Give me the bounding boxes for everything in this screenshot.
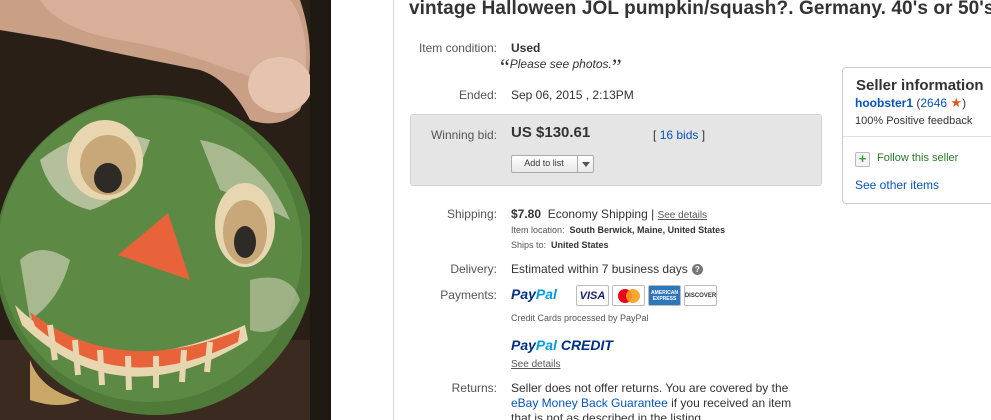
- seller-info-title: Seller information: [856, 77, 984, 94]
- visa-icon: VISA: [576, 285, 609, 306]
- shipping-line: $7.80 Economy Shipping | See details: [511, 207, 707, 221]
- seller-score-link[interactable]: 2646: [920, 96, 947, 110]
- seller-name-link[interactable]: hoobster1: [855, 96, 913, 110]
- paypal-credit-pay: Pay: [511, 337, 536, 353]
- returns-line3: that is not as described in the listing.: [511, 411, 705, 420]
- star-icon: ★: [950, 95, 963, 110]
- chevron-down-icon[interactable]: [582, 162, 590, 167]
- delivery-label: Delivery:: [450, 262, 497, 276]
- paypal-logo-pay: Pay: [511, 286, 536, 302]
- mastercard-icon: [612, 285, 645, 306]
- bid-bracket-close: ]: [701, 128, 706, 142]
- help-icon[interactable]: ?: [691, 264, 703, 275]
- ships-to-value: United States: [551, 240, 609, 250]
- bid-bracket-open: [: [653, 128, 657, 142]
- paypal-logo-pal: Pal: [535, 286, 557, 302]
- delivery-value: Estimated within 7 business days: [511, 262, 688, 276]
- winning-bid-amount: US $130.61: [511, 124, 591, 141]
- seller-info-panel: Seller information hoobster1 (2646 ★) 10…: [842, 67, 991, 204]
- add-to-list-button[interactable]: Add to list: [511, 155, 594, 173]
- close-quote-icon: ”: [611, 54, 622, 79]
- item-location-value: South Berwick, Maine, United States: [569, 225, 726, 235]
- paypal-credit-logo: PayPal CREDIT: [511, 337, 613, 353]
- seller-score-close: ): [962, 96, 967, 110]
- bid-history-link[interactable]: 16 bids: [660, 128, 699, 142]
- winning-bid-label: Winning bid:: [430, 128, 497, 142]
- shipping-separator: |: [651, 207, 655, 221]
- item-title: vintage Halloween JOL pumpkin/squash?. G…: [409, 0, 991, 19]
- column-divider: [393, 0, 394, 420]
- seller-name-line: hoobster1 (2646 ★): [855, 95, 966, 111]
- shipping-cost: $7.80: [511, 207, 542, 221]
- paypal-credit-pal: Pal: [535, 337, 557, 353]
- delivery-line: Estimated within 7 business days?: [511, 262, 703, 276]
- seller-feedback: 100% Positive feedback: [855, 115, 973, 127]
- open-quote-icon: “: [500, 54, 510, 79]
- payments-label: Payments:: [440, 288, 497, 302]
- shipping-method: Economy Shipping: [547, 207, 648, 221]
- ended-label: Ended:: [458, 88, 497, 102]
- condition-value: Used: [511, 41, 541, 55]
- ships-to: Ships to: United States: [511, 240, 609, 250]
- condition-note-text: Please see photos.: [509, 57, 612, 71]
- condition-note: “Please see photos.”: [500, 54, 622, 80]
- follow-seller-label[interactable]: Follow this seller: [877, 152, 958, 164]
- product-photo[interactable]: [0, 0, 331, 420]
- shipping-label: Shipping:: [446, 207, 497, 221]
- plus-icon[interactable]: +: [855, 152, 870, 167]
- item-location: Item location: South Berwick, Maine, Uni…: [511, 225, 725, 235]
- dropdown-separator: [577, 156, 578, 172]
- returns-line2: if you received an item: [667, 396, 792, 410]
- returns-label: Returns:: [451, 381, 497, 395]
- item-location-label: Item location:: [511, 225, 565, 235]
- discover-icon: DISCOVER: [684, 285, 717, 306]
- add-to-list-label[interactable]: Add to list: [512, 158, 576, 168]
- money-back-guarantee-link[interactable]: eBay Money Back Guarantee: [511, 396, 668, 410]
- condition-label: Item condition:: [418, 41, 497, 55]
- follow-seller-button[interactable]: + Follow this seller: [855, 152, 958, 167]
- bid-box: [410, 114, 822, 186]
- amex-icon: AMERICAN EXPRESS: [648, 285, 681, 306]
- shipping-details-link[interactable]: See details: [658, 210, 707, 221]
- cards-processed-note: Credit Cards processed by PayPal: [511, 313, 649, 323]
- ships-to-label: Ships to:: [511, 240, 547, 250]
- paypal-credit-details-link[interactable]: See details: [511, 359, 560, 370]
- returns-text: Seller does not offer returns. You are c…: [511, 381, 791, 420]
- see-other-items-link[interactable]: See other items: [855, 178, 939, 192]
- seller-divider: [843, 136, 991, 137]
- card-logos: VISA AMERICAN EXPRESS DISCOVER: [576, 285, 717, 306]
- paypal-logo: PayPal: [511, 286, 557, 302]
- returns-line1: Seller does not offer returns. You are c…: [511, 381, 789, 395]
- ended-value: Sep 06, 2015 , 2:13PM: [511, 88, 634, 102]
- bid-history: [ 16 bids ]: [653, 128, 705, 142]
- paypal-credit-credit: CREDIT: [556, 337, 613, 353]
